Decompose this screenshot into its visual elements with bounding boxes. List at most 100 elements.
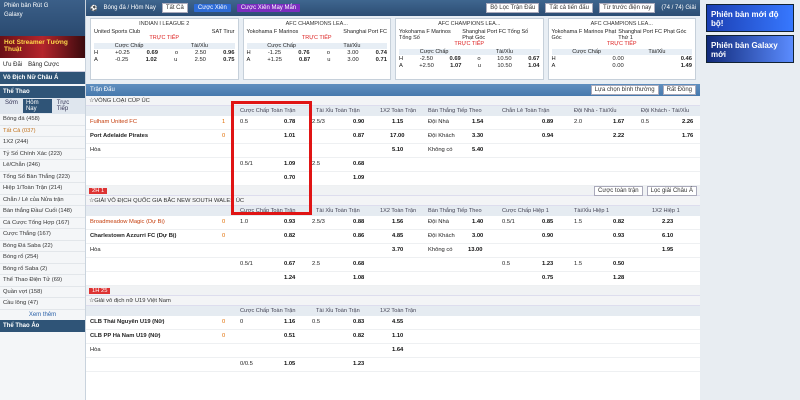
odd[interactable]: 0.82 [284,233,295,239]
sidebar-item[interactable]: Quần vợt (158) [0,287,85,298]
sidebar-item[interactable]: Bóng Đá Saba (22) [0,241,85,252]
sidebar-item[interactable]: Bóng rổ (254) [0,252,85,264]
odd[interactable]: 1.28 [613,275,624,281]
odd[interactable]: 4.55 [392,319,403,325]
tab-early[interactable]: Sớm [2,99,21,113]
odd[interactable]: 2.26 [682,119,693,125]
card-odd[interactable]: 1.04 [528,63,539,69]
group-filter[interactable]: Lọc giải Châu Á [646,185,697,196]
card-odd[interactable]: 0.46 [681,56,692,62]
promo-link[interactable]: Ưu Đãi [3,62,22,68]
odd[interactable]: 6.10 [662,233,673,239]
odd[interactable]: 5.40 [472,147,483,153]
odd[interactable]: 5.10 [392,147,403,153]
sort-select[interactable]: Từ trước điện nay [598,3,656,13]
odd[interactable]: 0.89 [542,119,553,125]
away-team[interactable]: Port Adelaide Pirates [90,133,148,139]
brand-label[interactable]: Phiên bản Rút G [4,3,81,9]
market-filter-select[interactable]: Tất cả tiến đấu [545,3,593,13]
odd[interactable]: 3.00 [472,233,483,239]
lucky-parlay-button[interactable]: Cược Xiên May Mắn [236,4,301,12]
odd[interactable]: 0.68 [353,161,364,167]
view-select[interactable]: Lựa chọn bình thường [590,85,659,95]
sidebar-item[interactable]: Bóng đá (458) [0,114,85,126]
odd[interactable]: 1.08 [353,275,364,281]
odd[interactable]: 0.82 [613,219,624,225]
card-odd[interactable]: 0.96 [223,50,234,56]
odd[interactable]: 0.68 [353,261,364,267]
sidebar-item[interactable]: 1X2 (244) [0,137,85,149]
section-sport[interactable]: Thể Thao [0,86,85,98]
odd[interactable]: 0.93 [613,233,624,239]
odd[interactable]: 1.05 [284,361,295,367]
odd[interactable]: 0.83 [353,319,364,325]
odd[interactable]: 0.70 [284,175,295,181]
away-team[interactable]: CLB PP Hà Nam U19 (Nữ) [90,333,160,339]
odd[interactable]: 13.00 [468,247,483,253]
sidebar-item[interactable]: Bàn thắng Đầu/ Cuối (148) [0,206,85,218]
home-team[interactable]: CLB Thái Nguyên U19 (Nữ) [90,319,164,325]
odd[interactable]: 1.67 [613,119,624,125]
odd[interactable]: 0.86 [353,233,364,239]
odd[interactable]: 1.09 [284,161,295,167]
odd[interactable]: 1.01 [284,133,295,139]
odd[interactable]: 1.16 [284,319,295,325]
odd[interactable]: 0.94 [542,133,553,139]
card-odd[interactable]: 1.49 [681,63,692,69]
card-odd[interactable]: 1.07 [450,63,461,69]
odd[interactable]: 17.00 [390,133,405,139]
group-select[interactable]: Cược toàn trận [593,185,643,196]
league-header[interactable]: ☆ GIẢI VÔ ĐỊCH QUỐC GIA BẮC NEW SOUTH WA… [86,196,700,206]
odd[interactable]: 1.64 [392,347,403,353]
odd[interactable]: 1.95 [662,247,673,253]
odd[interactable]: 1.23 [353,361,364,367]
card-odd[interactable]: 0.69 [147,50,158,56]
sidebar-item[interactable]: Cầu lông (47) [0,298,85,310]
odd[interactable]: 1.10 [392,333,403,339]
odd[interactable]: 0.78 [284,119,295,125]
odd[interactable]: 0.90 [353,119,364,125]
featured-card[interactable]: AFC CHAMPIONS LEA... Yokohama F Marinos … [547,18,696,80]
card-odd[interactable]: 0.75 [223,57,234,63]
tab-today[interactable]: Hôm Nay [22,99,52,113]
sidebar-item[interactable]: Chẵn / Lẻ của Nửa trận [0,195,85,206]
odd[interactable]: 0.51 [284,333,295,339]
promo-banner[interactable]: Phiên bản mới độ bộ! [706,4,794,32]
home-team[interactable]: Fulham United FC [90,119,137,125]
home-team[interactable]: Broadmeadow Magic (Dự Bị) [90,219,165,225]
odd[interactable]: 2.22 [613,133,624,139]
sport-title[interactable]: Bóng đá / Hôm Nay [103,5,155,11]
card-odd[interactable]: 1.02 [146,57,157,63]
sidebar-item[interactable]: Tỷ Số Chính Xác (223) [0,149,85,160]
parlay-button[interactable]: Cược Xiên [193,4,231,12]
card-odd[interactable]: 0.69 [450,56,461,62]
section-virtual[interactable]: Thể Thao Ảo [0,319,85,332]
odd[interactable]: 3.30 [472,133,483,139]
odd[interactable]: 1.76 [682,133,693,139]
show-more-link[interactable]: Xem thêm [0,310,85,320]
card-odd[interactable]: 0.71 [376,57,387,63]
odd[interactable]: 1.09 [353,175,364,181]
odd[interactable]: 4.85 [392,233,403,239]
odd[interactable]: 1.24 [284,275,295,281]
odd[interactable]: 1.15 [392,119,403,125]
odd[interactable]: 0.82 [353,333,364,339]
sidebar-item[interactable]: Tất Cả (037) [0,126,85,137]
featured-card[interactable]: INDIAN I LEAGUE 2 United Sports Club SAT … [90,18,239,80]
odd[interactable]: 0.50 [613,261,624,267]
card-odd[interactable]: 0.74 [376,50,387,56]
featured-card[interactable]: AFC CHAMPIONS LEA... Yokohama F Marinos … [395,18,544,80]
odd[interactable]: 1.23 [542,261,553,267]
section-vdn[interactable]: Vô Địch Nữ Châu Á [0,72,85,84]
odds-select[interactable]: Rất Đồng [662,85,696,95]
tab-live[interactable]: Trực Tiếp [54,99,83,113]
odd[interactable]: 0.75 [542,275,553,281]
filter-select[interactable]: Tất Cả [161,3,188,13]
odd[interactable]: 0.85 [542,219,553,225]
featured-card[interactable]: AFC CHAMPIONS LEA... Yokohama F Marinos S… [242,18,391,80]
sidebar-item[interactable]: Lẻ/Chẵn (246) [0,160,85,172]
odd[interactable]: 1.56 [392,219,403,225]
sidebar-item[interactable]: Bóng rổ Saba (2) [0,264,85,275]
streamer-banner[interactable]: Hot Streamer Tưởng Thuật [0,36,85,58]
sidebar-item[interactable]: Cá Cược Tổng Hợp (167) [0,218,85,229]
